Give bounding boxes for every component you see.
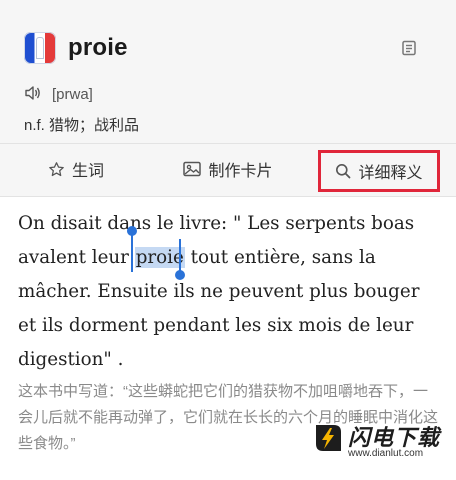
make-card-label: 制作卡片 xyxy=(208,163,273,180)
lightning-logo-icon xyxy=(316,425,341,451)
search-icon xyxy=(336,164,351,179)
add-vocab-label: 生词 xyxy=(71,163,104,180)
image-card-icon xyxy=(183,161,202,177)
selection-start-bar xyxy=(131,234,133,272)
watermark: 闪电下载 www.dianlut.com xyxy=(312,420,452,464)
watermark-url: www.dianlut.com xyxy=(348,448,424,459)
phonetic: [prwa] xyxy=(52,86,93,103)
detailed-definition-label: 详细释义 xyxy=(358,165,423,182)
word-card: proie [prwa] n.f. 猎物；战利品 生词 制作卡片 详细释义 xyxy=(0,0,456,197)
eiffel-tower-flag-icon xyxy=(24,32,56,64)
definition: n.f. 猎物；战利品 xyxy=(24,117,140,134)
make-card-button[interactable]: 制作卡片 xyxy=(152,144,304,194)
headword: proie xyxy=(68,34,128,61)
speaker-icon[interactable] xyxy=(24,85,42,101)
selection-end-handle[interactable] xyxy=(175,270,185,280)
star-icon xyxy=(49,161,64,176)
action-bar: 生词 制作卡片 详细释义 xyxy=(0,144,456,194)
detailed-definition-button[interactable]: 详细释义 xyxy=(318,150,440,192)
notebook-icon[interactable] xyxy=(401,40,417,56)
selected-word[interactable]: proie xyxy=(134,247,185,268)
example-sentence[interactable]: On disait dans le livre: " Les serpents … xyxy=(18,207,438,377)
add-vocab-button[interactable]: 生词 xyxy=(0,144,152,194)
